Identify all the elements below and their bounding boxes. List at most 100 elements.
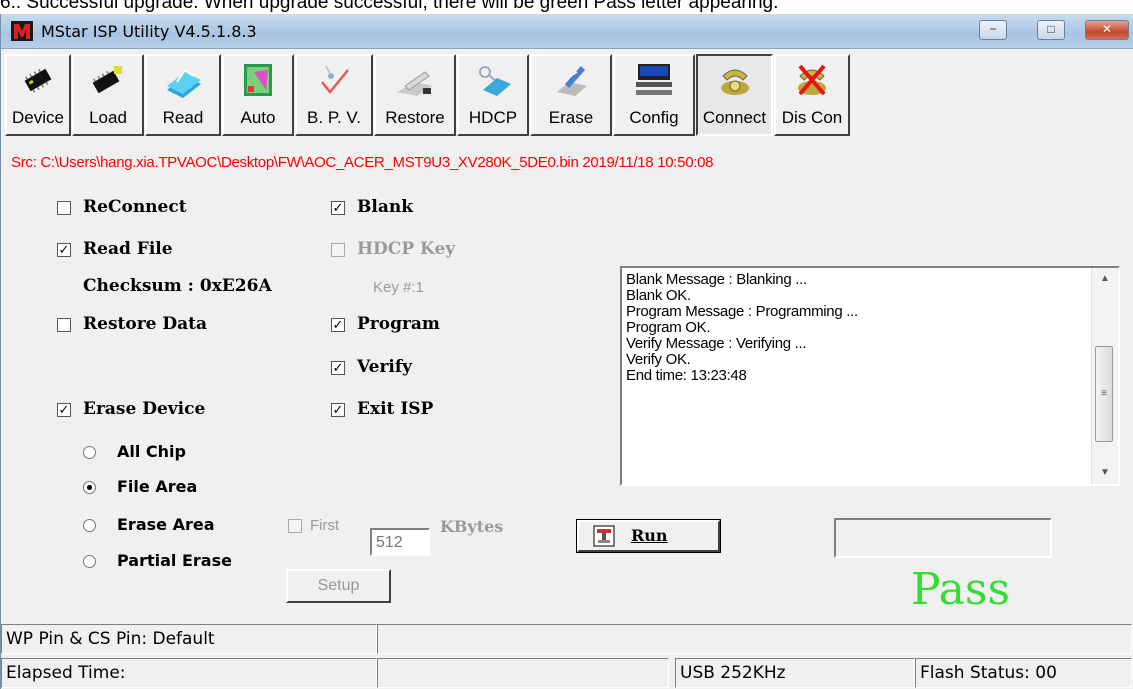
first-label: First <box>310 517 340 534</box>
exit-isp-checkbox[interactable]: ✓ <box>331 403 345 417</box>
radio-all-chip[interactable] <box>83 446 96 459</box>
wp-pin-status: WP Pin & CS Pin: Default <box>1 624 377 654</box>
verify-checkbox[interactable]: ✓ <box>331 361 345 375</box>
toolbar-auto-button[interactable]: Auto <box>222 54 294 136</box>
radio-partial-erase-label: Partial Erase <box>117 551 232 570</box>
toolbar-label: Read <box>162 108 204 127</box>
disconnect-icon <box>798 64 826 96</box>
scroll-up-icon[interactable]: ▲ <box>1092 268 1118 290</box>
toolbar-bpv-button[interactable]: B. P. V. <box>295 54 373 136</box>
read-icon <box>167 68 201 98</box>
toolbar-label: Dis Con <box>781 108 843 127</box>
erase-device-checkbox[interactable]: ✓ <box>57 403 71 417</box>
maximize-button[interactable]: □ <box>1037 20 1065 40</box>
blank-checkbox[interactable]: ✓ <box>331 201 345 215</box>
title-bar: MStar ISP Utility V4.5.1.8.3 − □ ✕ <box>1 14 1133 49</box>
verify-label: Verify <box>357 357 413 377</box>
radio-partial-erase[interactable] <box>83 555 96 568</box>
log-line: Verify OK. <box>626 351 691 368</box>
exit-isp-label: Exit ISP <box>357 399 434 419</box>
radio-all-chip-label: All Chip <box>117 442 186 461</box>
elapsed-time-status: Elapsed Time: <box>1 658 377 688</box>
first-kbytes-input[interactable]: 512 <box>370 528 430 556</box>
key-number-label: Key #:1 <box>373 279 424 296</box>
read-file-label: Read File <box>83 239 173 259</box>
toolbar-label: Load <box>89 108 127 127</box>
status-row-1: WP Pin & CS Pin: Default <box>1 624 1133 654</box>
caption-text: 6.: Successful upgrade. When upgrade suc… <box>0 0 779 13</box>
close-button[interactable]: ✕ <box>1085 20 1129 40</box>
toolbar-config-button[interactable]: Config <box>613 54 695 136</box>
status-cell-empty <box>377 624 1132 654</box>
usb-speed-status: USB 252KHz <box>675 658 915 688</box>
scroll-thumb[interactable]: ≡ <box>1095 346 1113 442</box>
setup-button[interactable]: Setup <box>286 569 391 603</box>
radio-file-area-label: File Area <box>117 477 198 496</box>
hdcp-key-label: HDCP Key <box>357 239 456 259</box>
auto-icon <box>244 64 272 96</box>
radio-erase-area-label: Erase Area <box>117 515 215 534</box>
toolbar-label: Device <box>12 108 64 127</box>
toolbar-device-button[interactable]: Device <box>5 54 71 136</box>
pass-result-text: Pass <box>911 564 1011 615</box>
message-log[interactable]: Blank Message : Blanking ... Blank OK. Pro… <box>620 266 1120 486</box>
first-kbytes-checkbox[interactable] <box>288 519 302 533</box>
source-file-path: Src: C:\Users\hang.xia.TPVAOC\Desktop\FW… <box>11 154 714 171</box>
run-label: Run <box>631 526 668 545</box>
scroll-down-icon[interactable]: ▼ <box>1092 462 1118 484</box>
toolbar-restore-button[interactable]: Restore <box>374 54 456 136</box>
run-icon <box>593 525 615 547</box>
window-title: MStar ISP Utility V4.5.1.8.3 <box>41 22 257 41</box>
connect-phone-icon <box>720 69 749 95</box>
program-checkbox[interactable]: ✓ <box>331 318 345 332</box>
config-icon <box>636 64 672 95</box>
reconnect-checkbox[interactable] <box>57 201 71 215</box>
restore-icon <box>397 71 433 96</box>
log-scrollbar[interactable]: ▲ ≡ ▼ <box>1091 268 1118 484</box>
toolbar-load-button[interactable]: Load <box>72 54 144 136</box>
restore-data-checkbox[interactable] <box>57 318 71 332</box>
log-line: Verify Message : Verifying ... <box>626 335 807 352</box>
isp-utility-window: MStar ISP Utility V4.5.1.8.3 − □ ✕ Devic… <box>0 14 1133 689</box>
toolbar: Device Load Read Auto B. P. V. Restore H… <box>5 54 1133 136</box>
toolbar-label: Connect <box>702 108 767 127</box>
status-cell-empty <box>377 658 669 688</box>
toolbar-label: HDCP <box>468 108 518 127</box>
radio-file-area[interactable] <box>83 481 96 494</box>
hdcp-key-checkbox[interactable] <box>331 243 345 257</box>
kbytes-unit-label: KBytes <box>440 517 504 536</box>
minimize-button[interactable]: − <box>979 20 1007 40</box>
status-row-2: Elapsed Time: USB 252KHz Flash Status: 0… <box>1 658 1133 688</box>
toolbar-label: Erase <box>548 108 594 127</box>
hdcp-key-icon <box>479 66 511 96</box>
log-line: End time: 13:23:48 <box>626 367 747 384</box>
log-lines: Blank Message : Blanking ... Blank OK. Pro… <box>626 272 1088 384</box>
log-line: Blank Message : Blanking ... <box>626 271 807 288</box>
load-chip-icon <box>92 66 122 94</box>
log-line: Blank OK. <box>626 287 691 304</box>
toolbar-label: B. P. V. <box>307 108 361 127</box>
log-line: Program OK. <box>626 319 711 336</box>
blank-label: Blank <box>357 197 413 217</box>
restore-data-label: Restore Data <box>83 314 208 334</box>
toolbar-erase-button[interactable]: Erase <box>530 54 612 136</box>
toolbar-label: Auto <box>240 108 276 127</box>
toolbar-read-button[interactable]: Read <box>145 54 221 136</box>
progress-bar <box>834 518 1052 558</box>
toolbar-label: Restore <box>385 108 445 127</box>
radio-erase-area[interactable] <box>83 519 96 532</box>
reconnect-label: ReConnect <box>83 197 187 217</box>
program-label: Program <box>357 314 440 334</box>
erase-device-label: Erase Device <box>83 399 206 419</box>
toolbar-hdcp-button[interactable]: HDCP <box>457 54 529 136</box>
run-button[interactable]: Run <box>576 519 721 553</box>
toolbar-disconnect-button[interactable]: Dis Con <box>774 54 850 136</box>
device-chip-icon <box>24 68 52 93</box>
bpv-check-icon <box>321 65 349 94</box>
read-file-checkbox[interactable]: ✓ <box>57 243 71 257</box>
log-line: Program Message : Programming ... <box>626 303 858 320</box>
erase-icon <box>557 66 587 96</box>
toolbar-connect-button[interactable]: Connect <box>696 54 773 136</box>
toolbar-label: Config <box>629 108 679 127</box>
checksum-value: Checksum : 0xE26A <box>83 276 272 296</box>
